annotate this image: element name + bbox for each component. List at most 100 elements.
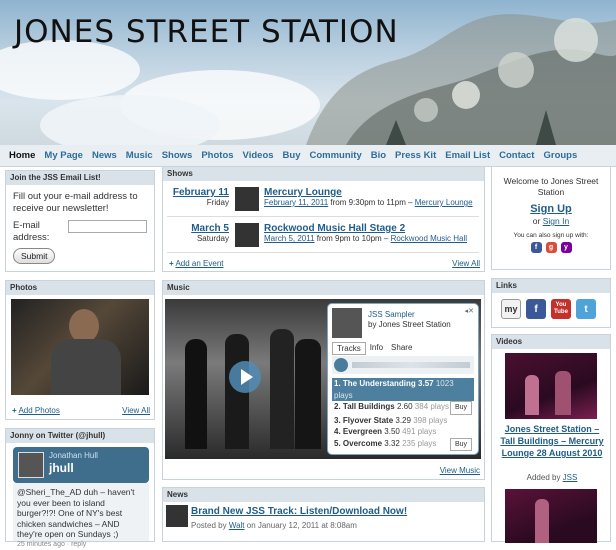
track-row[interactable]: 2. Tall Buildings 2.60 384 plays Buy [332, 401, 474, 415]
track-plays: 235 plays [402, 439, 436, 448]
player-by: by Jones Street Station [368, 320, 451, 329]
nav-music[interactable]: Music [126, 150, 153, 161]
nav-community[interactable]: Community [309, 150, 361, 161]
signup-link[interactable]: Sign Up [492, 203, 610, 215]
add-photos-link[interactable]: Add Photos [18, 406, 59, 415]
tab-info[interactable]: Info [366, 342, 387, 355]
submit-button[interactable]: Submit [13, 248, 55, 264]
show-venue[interactable]: Rockwood Music Hall [391, 234, 467, 243]
band-member [295, 339, 321, 449]
player-title: JSS Sampler [368, 310, 415, 319]
news-thumbnail[interactable] [166, 505, 188, 527]
photos-view-all[interactable]: View All [122, 406, 150, 415]
nav-contact[interactable]: Contact [499, 150, 534, 161]
photos-header: Photos [6, 281, 154, 295]
nav-shows[interactable]: Shows [162, 150, 193, 161]
nav-email-list[interactable]: Email List [445, 150, 490, 161]
nav-buy[interactable]: Buy [283, 150, 301, 161]
nav-bio[interactable]: Bio [371, 150, 386, 161]
track-name: 3. Flyover State [334, 416, 393, 425]
video-thumbnail[interactable] [505, 353, 597, 419]
show-when[interactable]: February 11, 2011 [264, 198, 328, 207]
nav-groups[interactable]: Groups [543, 150, 577, 161]
show-title[interactable]: Mercury Lounge [264, 187, 473, 198]
buy-button[interactable]: Buy [450, 438, 472, 452]
google-signin-icon[interactable]: g [546, 242, 557, 253]
myspace-icon[interactable]: my [501, 299, 521, 319]
photo-figure-head [69, 309, 99, 343]
track-row[interactable]: 4. Evergreen 3.50 491 plays [332, 426, 474, 438]
video-figure [525, 375, 539, 415]
play-icon[interactable] [229, 361, 261, 393]
nav-home[interactable]: Home [9, 150, 35, 161]
add-event-plus-icon: + [169, 259, 174, 268]
email-list-box: Join the JSS Email List! Fill out your e… [5, 170, 155, 272]
show-day: Friday [167, 198, 229, 207]
show-thumbnail[interactable] [235, 187, 259, 211]
waveform[interactable] [332, 356, 474, 374]
shows-header: Shows [163, 167, 484, 181]
facebook-icon[interactable]: f [526, 299, 546, 319]
news-title[interactable]: Brand New JSS Track: Listen/Download Now… [191, 506, 407, 517]
or-text: or [533, 216, 541, 226]
band-member [185, 339, 207, 449]
show-venue[interactable]: Mercury Lounge [415, 198, 473, 207]
track-row[interactable]: 1. The Understanding 3.57 1023 plays [332, 378, 474, 401]
featured-photo[interactable] [11, 299, 149, 395]
video-thumbnail[interactable] [505, 489, 597, 543]
shows-box: Shows February 11 Friday Mercury Lounge … [162, 166, 485, 272]
show-day: Saturday [167, 234, 229, 243]
links-box: Links my f You Tube t [491, 278, 611, 328]
twitter-header: Jonny on Twitter (@jhull) [6, 429, 154, 443]
shows-view-all[interactable]: View All [452, 259, 480, 268]
email-input[interactable] [68, 220, 147, 233]
news-posted-suffix: on January 12, 2011 at 8:08am [245, 521, 357, 530]
yahoo-signin-icon[interactable]: y [561, 242, 572, 253]
show-when[interactable]: March 5, 2011 [264, 234, 315, 243]
news-posted-prefix: Posted by [191, 521, 229, 530]
nav-news[interactable]: News [92, 150, 117, 161]
track-row[interactable]: 5. Overcome 3.32 235 plays Buy [332, 438, 474, 452]
video-title[interactable]: Jones Street Station – Tall Buildings – … [498, 423, 606, 459]
video-added-by[interactable]: JSS [563, 473, 578, 482]
video-added-prefix: Added by [527, 473, 563, 482]
track-length: 3.32 [384, 439, 400, 448]
show-thumbnail[interactable] [235, 223, 259, 247]
buy-button[interactable]: Buy [450, 401, 472, 415]
track-name: 2. Tall Buildings [334, 402, 395, 411]
volume-icon[interactable]: ◂✕ [465, 307, 474, 315]
show-date[interactable]: February 11 [167, 187, 229, 198]
video-figure [555, 371, 571, 415]
nav-videos[interactable]: Videos [243, 150, 274, 161]
videos-box: Videos Jones Street Station – Tall Build… [491, 334, 611, 542]
twitter-handle[interactable]: jhull [49, 461, 74, 475]
twitter-avatar[interactable] [18, 452, 44, 478]
show-detail: from 9pm to 10pm – [315, 234, 391, 243]
mini-play-icon[interactable] [334, 358, 348, 372]
facebook-signin-icon[interactable]: f [531, 242, 542, 253]
tab-tracks[interactable]: Tracks [332, 342, 366, 355]
track-plays: 491 plays [402, 427, 436, 436]
tab-share[interactable]: Share [387, 342, 416, 355]
nav-my-page[interactable]: My Page [44, 150, 83, 161]
signin-link[interactable]: Sign In [543, 216, 569, 226]
music-player-background: JSS Sampler by Jones Street Station ◂✕ T… [165, 299, 481, 459]
show-date[interactable]: March 5 [167, 223, 229, 234]
waveform-bar [352, 362, 470, 368]
show-item: February 11 Friday Mercury Lounge Februa… [167, 185, 479, 217]
show-item: March 5 Saturday Rockwood Music Hall Sta… [167, 221, 479, 253]
nav-press-kit[interactable]: Press Kit [395, 150, 436, 161]
youtube-icon[interactable]: You Tube [551, 299, 571, 319]
nav-photos[interactable]: Photos [201, 150, 233, 161]
twitter-name: Jonathan Hull [49, 451, 98, 460]
track-row[interactable]: 3. Flyover State 3.29 398 plays [332, 415, 474, 427]
site-title[interactable]: JONES STREET STATION [14, 14, 399, 50]
view-music-link[interactable]: View Music [440, 466, 480, 475]
album-art[interactable] [332, 308, 362, 338]
twitter-profile-card: Jonathan Hull jhull [13, 447, 149, 483]
email-label: E-mail address: [13, 220, 64, 244]
news-author[interactable]: Walt [229, 521, 245, 530]
show-title[interactable]: Rockwood Music Hall Stage 2 [264, 223, 467, 234]
twitter-icon[interactable]: t [576, 299, 596, 319]
add-event-link[interactable]: Add an Event [175, 259, 223, 268]
